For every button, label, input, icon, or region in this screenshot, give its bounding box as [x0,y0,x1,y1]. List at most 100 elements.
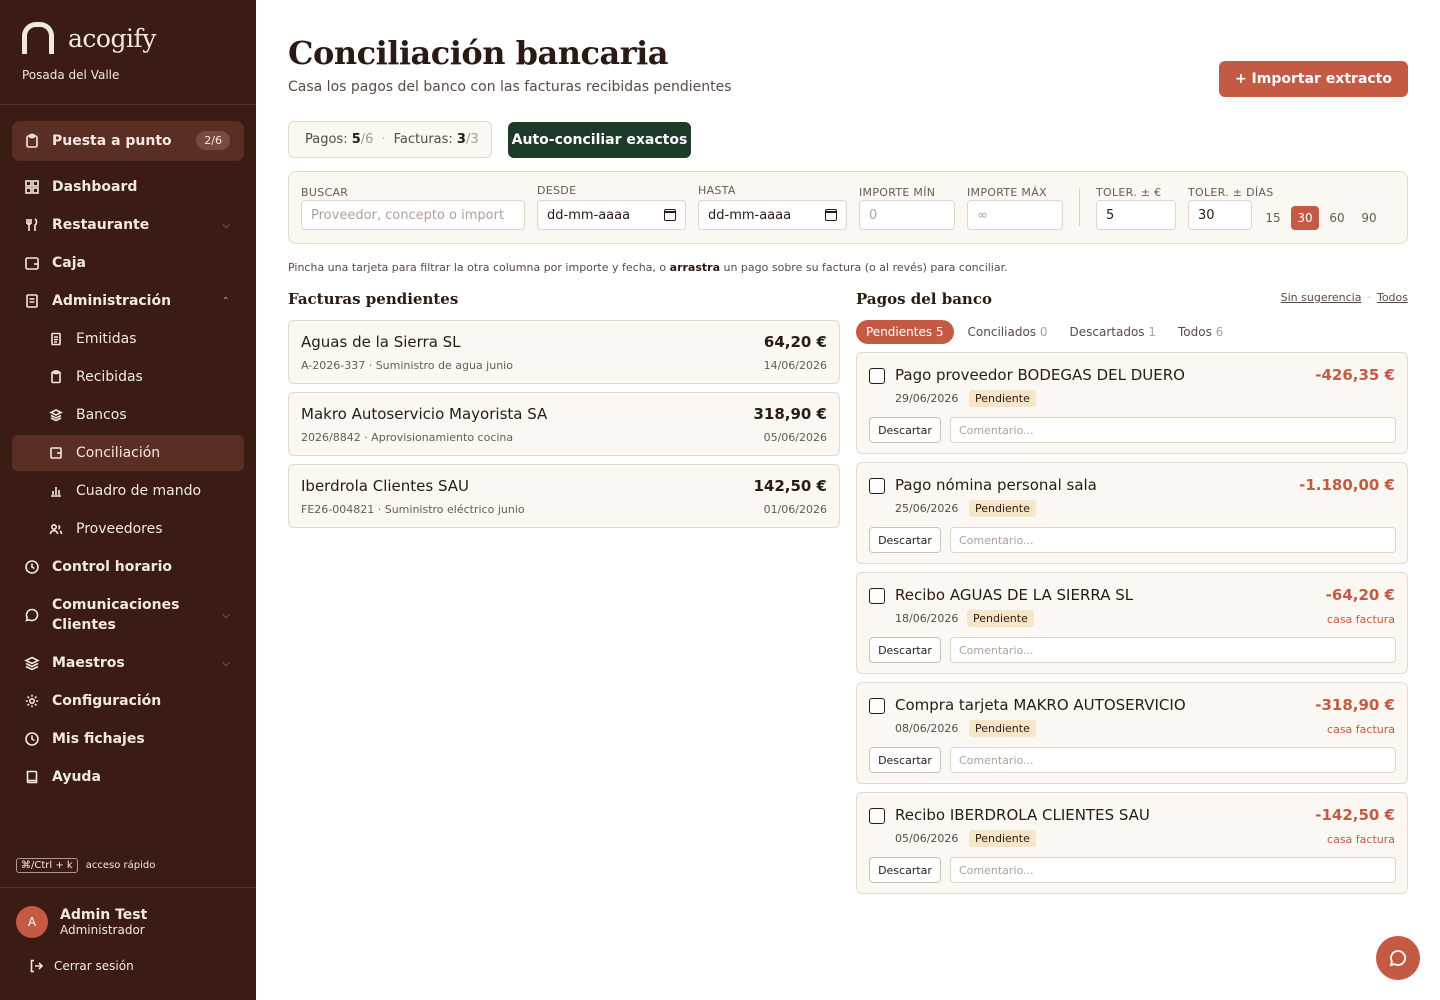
discard-button[interactable]: Descartar [869,417,941,443]
sidebar-item-recibidas[interactable]: Recibidas [12,359,244,395]
tab-conciliados[interactable]: Conciliados 0 [968,325,1048,339]
sidebar-item-ayuda[interactable]: Ayuda [12,759,244,795]
hint-text: Pincha una tarjeta para filtrar la otra … [288,261,670,274]
payments-filter-links: Sin sugerencia · Todos [1281,291,1408,304]
invoice-meta: 2026/8842 · Aprovisionamiento cocina [301,431,514,444]
payment-checkbox[interactable] [869,808,885,824]
payment-card[interactable]: Pago proveedor BODEGAS DEL DUERO -426,35… [856,352,1408,454]
discard-button[interactable]: Descartar [869,527,941,553]
sidebar-item-dashboard[interactable]: Dashboard [12,169,244,205]
sidebar-item-label: Mis fichajes [52,731,145,747]
tolerance-days-input[interactable] [1188,200,1252,230]
filters-panel: BUSCAR DESDE dd-mm-aaaa HASTA dd-mm-aaaa… [288,171,1408,244]
file-icon [48,331,64,347]
comment-input[interactable] [950,527,1396,553]
payment-checkbox[interactable] [869,478,885,494]
main-content: Conciliación bancaria Casa los pagos del… [256,0,1440,1000]
sidebar-item-caja[interactable]: Caja [12,245,244,281]
discard-button[interactable]: Descartar [869,747,941,773]
auto-reconcile-button[interactable]: Auto-conciliar exactos [508,122,691,158]
invoice-amount: 64,20 € [763,333,827,351]
tab-label: Conciliados [967,325,1037,339]
payment-amount: -142,50 € [1315,806,1395,824]
clipboard-icon [24,133,40,149]
logo-mark-icon [22,22,54,54]
payments-tabs: Pendientes 5 Conciliados 0 Descartados 1… [856,320,1245,344]
invoice-card[interactable]: Makro Autoservicio Mayorista SA 2026/884… [288,392,840,456]
setup-progress-button[interactable]: Puesta a punto 2/6 [12,121,244,161]
sidebar-item-comunicaciones[interactable]: Comunicaciones Clientes ⌵ [12,594,244,636]
venue-name: Posada del Valle [22,68,120,82]
payment-card[interactable]: Recibo AGUAS DE LA SIERRA SL -64,20 € 18… [856,572,1408,674]
chat-button[interactable] [1376,936,1420,980]
invoice-card[interactable]: Aguas de la Sierra SL A-2026-337 · Sumin… [288,320,840,384]
sidebar-item-control-horario[interactable]: Control horario [12,549,244,585]
setup-label: Puesta a punto [52,133,172,149]
logout-button[interactable]: Cerrar sesión [28,958,134,974]
sidebar-item-label: Maestros [52,655,125,671]
page-title: Conciliación bancaria [288,34,669,72]
document-icon [24,293,40,309]
sidebar-item-mis-fichajes[interactable]: Mis fichajes [12,721,244,757]
days-preset-30[interactable]: 30 [1291,206,1319,230]
no-suggestion-link[interactable]: Sin sugerencia [1281,291,1362,304]
payment-checkbox[interactable] [869,368,885,384]
sidebar-item-label: Proveedores [76,521,163,537]
calendar-icon [664,209,676,221]
status-badge: Pendiente [969,500,1036,517]
sidebar-item-cuadro-de-mando[interactable]: Cuadro de mando [12,473,244,509]
quick-access-shortcut[interactable]: ⌘/Ctrl + k acceso rápido [16,858,155,873]
pagos-total: /6 [360,132,374,147]
wallet-icon [48,445,64,461]
sidebar-item-maestros[interactable]: Maestros ⌵ [12,645,244,681]
sidebar-item-restaurante[interactable]: Restaurante ⌵ [12,207,244,243]
payment-checkbox[interactable] [869,588,885,604]
sidebar-item-label: Administración [52,293,172,309]
comment-input[interactable] [950,857,1396,883]
comment-input[interactable] [950,747,1396,773]
sidebar-item-label: Dashboard [52,179,138,195]
match-suggestion-link[interactable]: casa factura [1327,613,1395,626]
to-date-input[interactable]: dd-mm-aaaa [698,200,847,230]
sidebar-item-emitidas[interactable]: Emitidas [12,321,244,357]
user-profile[interactable]: A Admin Test Administrador [16,906,147,938]
import-statement-button[interactable]: + Importar extracto [1218,61,1408,97]
tab-descartados[interactable]: Descartados 1 [1070,325,1157,339]
sidebar-item-configuracion[interactable]: Configuración [12,683,244,719]
invoice-date: 01/06/2026 [763,503,827,516]
search-input[interactable] [301,200,525,230]
discard-button[interactable]: Descartar [869,637,941,663]
min-amount-input[interactable] [859,200,955,230]
invoice-amount: 142,50 € [753,477,827,495]
from-date-input[interactable]: dd-mm-aaaa [537,200,686,230]
sidebar-item-conciliacion[interactable]: Conciliación [12,435,244,471]
brand-logo[interactable]: acogify [22,22,156,54]
comment-input[interactable] [950,637,1396,663]
match-suggestion-link[interactable]: casa factura [1327,833,1395,846]
days-preset-90[interactable]: 90 [1355,206,1383,230]
payment-checkbox[interactable] [869,698,885,714]
all-link[interactable]: Todos [1377,291,1408,304]
sidebar-item-proveedores[interactable]: Proveedores [12,511,244,547]
days-preset-15[interactable]: 15 [1259,206,1287,230]
tab-todos[interactable]: Todos 6 [1178,325,1223,339]
cash-register-icon [24,255,40,271]
payment-card[interactable]: Pago nómina personal sala -1.180,00 € 25… [856,462,1408,564]
payment-concept: Compra tarjeta MAKRO AUTOSERVICIO [895,696,1186,714]
match-suggestion-link[interactable]: casa factura [1327,723,1395,736]
sidebar-item-bancos[interactable]: Bancos [12,397,244,433]
payment-card[interactable]: Compra tarjeta MAKRO AUTOSERVICIO -318,9… [856,682,1408,784]
invoice-card[interactable]: Iberdrola Clientes SAU FE26-004821 · Sum… [288,464,840,528]
comment-input[interactable] [950,417,1396,443]
tab-pendientes[interactable]: Pendientes 5 [856,320,954,344]
days-presets: 15 30 60 90 [1259,206,1387,230]
clock-icon [24,731,40,747]
payment-card[interactable]: Recibo IBERDROLA CLIENTES SAU -142,50 € … [856,792,1408,894]
days-preset-60[interactable]: 60 [1323,206,1351,230]
sidebar-item-administracion[interactable]: Administración ⌃ [12,283,244,319]
to-date-label: HASTA [698,184,736,197]
tolerance-eur-input[interactable] [1096,200,1176,230]
logout-label: Cerrar sesión [54,959,134,973]
discard-button[interactable]: Descartar [869,857,941,883]
max-amount-input[interactable] [967,200,1063,230]
